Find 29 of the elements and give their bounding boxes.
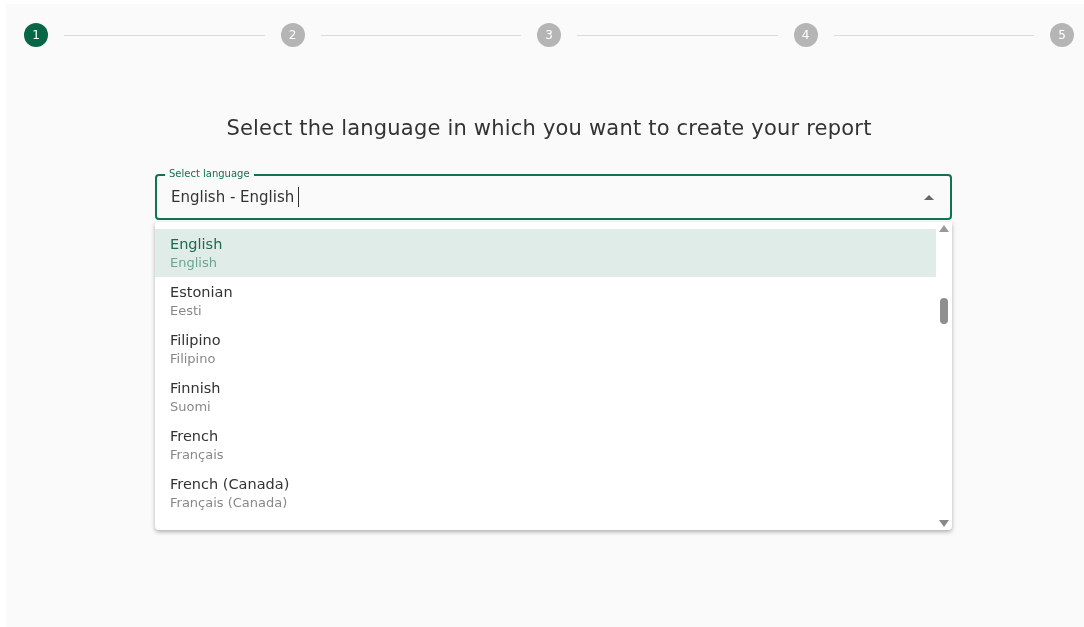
scroll-up-icon[interactable] <box>939 225 949 232</box>
language-option[interactable]: French Français <box>155 421 936 469</box>
language-name: English <box>170 235 224 254</box>
scrollbar-thumb[interactable] <box>940 298 948 324</box>
native-name: Eesti <box>170 302 203 319</box>
page-heading: Select the language in which you want to create your report <box>225 116 873 140</box>
language-option[interactable]: French (Canada) Français (Canada) <box>155 469 936 517</box>
scroll-down-icon[interactable] <box>939 520 949 527</box>
field-label: Select language <box>165 168 254 180</box>
native-name: Français (Canada) <box>170 494 289 511</box>
language-name: Finnish <box>170 379 222 398</box>
native-name: Filipino <box>170 350 217 367</box>
native-name: Suomi <box>170 398 212 415</box>
language-option[interactable]: Finnish Suomi <box>155 373 936 421</box>
step-circle: 5 <box>1050 23 1074 47</box>
language-option[interactable]: Filipino Filipino <box>155 325 936 373</box>
language-option[interactable]: English English <box>155 229 936 277</box>
language-option[interactable]: Estonian Eesti <box>155 277 936 325</box>
language-name: Estonian <box>170 283 234 302</box>
step-circle: 4 <box>793 23 818 47</box>
step-circle: 1 <box>24 23 48 47</box>
step-circle: 3 <box>537 23 561 47</box>
language-name: French (Canada) <box>170 475 291 494</box>
native-name: Français <box>170 446 225 463</box>
caret-up-icon[interactable] <box>924 195 934 200</box>
language-name: Filipino <box>170 331 222 350</box>
native-name: English <box>170 254 218 271</box>
step-circle: 2 <box>280 23 305 47</box>
language-name: French <box>170 427 220 446</box>
